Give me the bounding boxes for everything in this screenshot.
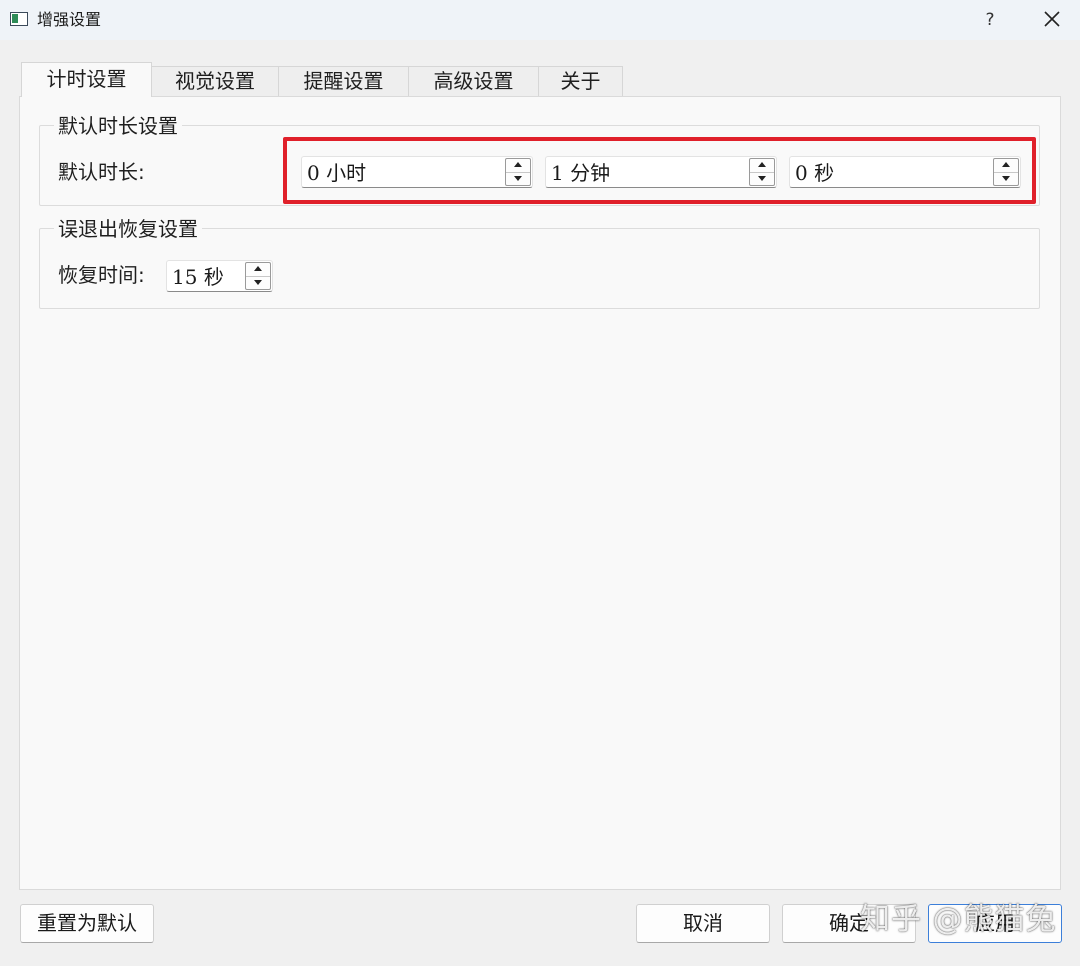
default-duration-group-title: 默认时长设置: [54, 114, 182, 138]
tab-reminder-settings[interactable]: 提醒设置: [278, 66, 409, 96]
zhihu-watermark: 知乎 @熊猫兔: [860, 902, 1057, 937]
reset-defaults-button[interactable]: 重置为默认: [20, 904, 154, 943]
cancel-button[interactable]: 取消: [636, 904, 770, 943]
default-duration-label: 默认时长:: [58, 160, 145, 184]
recovery-time-spin-buttons: [245, 262, 271, 290]
window-title: 增强设置: [37, 10, 102, 29]
recovery-down-arrow-icon[interactable]: [246, 276, 270, 289]
tab-visual-settings[interactable]: 视觉设置: [151, 66, 279, 96]
highlight-box: [283, 137, 1036, 204]
help-button[interactable]: ?: [978, 8, 1002, 32]
close-icon: [1044, 11, 1060, 27]
recovery-time-value: 15 秒: [172, 265, 224, 289]
close-button[interactable]: [1036, 6, 1068, 34]
title-bar: 增强设置 ?: [0, 0, 1080, 40]
tab-panel: [19, 96, 1061, 890]
exit-recovery-group-title: 误退出恢复设置: [54, 217, 202, 241]
tab-about[interactable]: 关于: [538, 66, 623, 96]
tab-advanced-settings[interactable]: 高级设置: [408, 66, 539, 96]
recovery-time-label: 恢复时间:: [58, 263, 145, 287]
recovery-time-spinbox[interactable]: 15 秒: [166, 260, 273, 292]
tab-timer-settings[interactable]: 计时设置: [21, 62, 152, 97]
recovery-up-arrow-icon[interactable]: [246, 263, 270, 277]
window-icon: [10, 12, 28, 26]
